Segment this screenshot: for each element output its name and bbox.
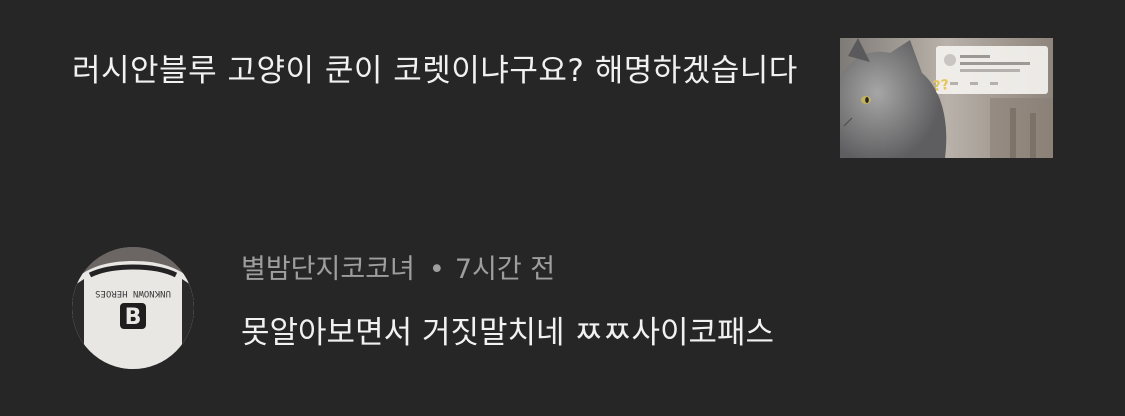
user-avatar[interactable]: UNKNOWN HEROES B [72, 247, 194, 369]
meta-separator: • [428, 254, 445, 285]
comment-timestamp: 7시간 전 [454, 254, 556, 285]
video-title[interactable]: 러시안블루 고양이 쿤이 코렛이냐구요? 해명하겠습니다 [72, 44, 812, 98]
question-marks-overlay: ?? [931, 76, 951, 96]
comment-item: UNKNOWN HEROES B 별밤단지코코녀 • 7시간 전 못알아보면서 거짓… [0, 230, 1125, 390]
video-thumbnail[interactable]: ?? [840, 38, 1053, 158]
svg-text:UNKNOWN HEROES: UNKNOWN HEROES [95, 288, 171, 298]
cat-thumbnail-image [840, 38, 1053, 158]
comment-meta: 별밤단지코코녀 • 7시간 전 [241, 250, 555, 290]
comment-text: 못알아보면서 거짓말치네 ㅉㅉ사이코패스 [241, 315, 775, 351]
comment-author[interactable]: 별밤단지코코녀 [241, 254, 415, 285]
video-item[interactable]: 러시안블루 고양이 쿤이 코렛이냐구요? 해명하겠습니다 ?? [0, 0, 1125, 200]
svg-text:B: B [125, 305, 142, 330]
avatar-shirt-image: UNKNOWN HEROES B [72, 247, 194, 369]
